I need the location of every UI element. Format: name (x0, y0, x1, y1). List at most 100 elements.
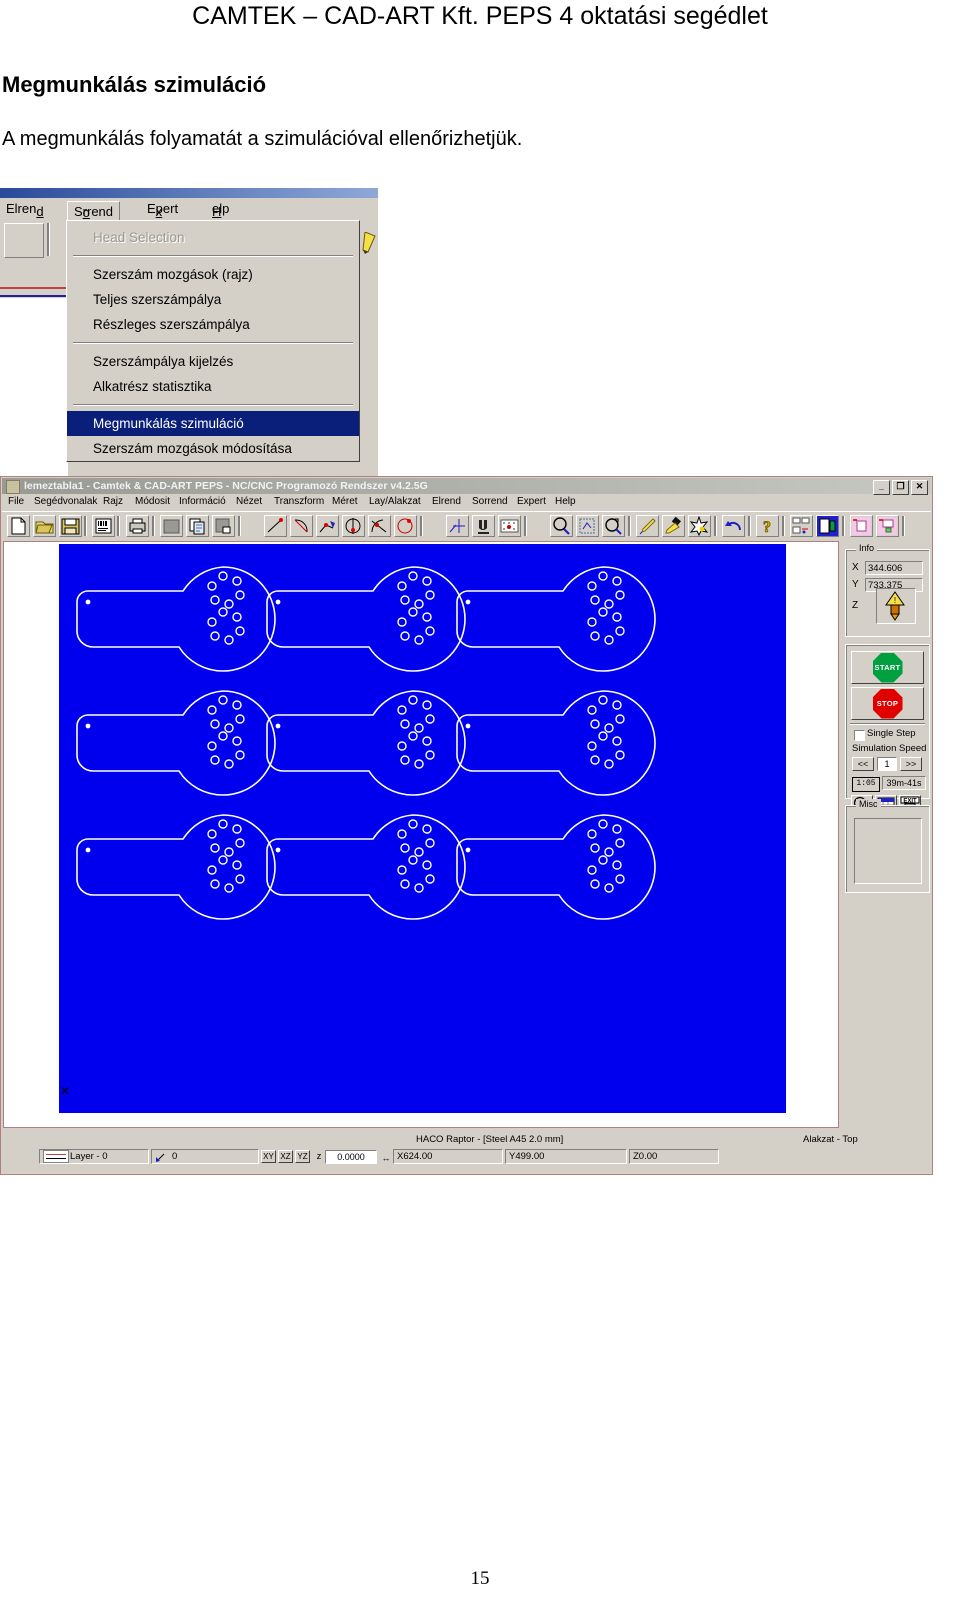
menu-option-alkatresz-statisztika[interactable]: Alkatrész statisztika (67, 374, 359, 399)
toolbar-separator (782, 516, 785, 536)
paint-brush-icon[interactable] (636, 515, 659, 537)
line-point-icon[interactable] (264, 515, 287, 537)
simulation-controls-group: START STOP Single Step Simulation Speed … (845, 644, 930, 815)
single-step-label: Single Step (867, 728, 916, 739)
app-menu-lay-alakzat[interactable]: Lay/Alakzat (369, 496, 421, 507)
plane-yz-button[interactable]: YZ (295, 1150, 310, 1163)
menu-option-szerszampalya-kijelzes[interactable]: Szerszámpálya kijelzés (67, 349, 359, 374)
angle-icon (156, 1153, 165, 1162)
app-menu-modosit[interactable]: Módosit (135, 496, 170, 507)
toolbar-separator (117, 516, 120, 536)
snap-point-icon[interactable] (446, 515, 469, 537)
stop-button[interactable]: STOP (851, 687, 924, 720)
z-value-input[interactable]: 0.0000 (325, 1150, 377, 1164)
circle-icon[interactable] (394, 515, 417, 537)
paste-icon[interactable] (212, 515, 235, 537)
minimize-button[interactable]: _ (873, 480, 890, 495)
app-title-text: lemeztabla1 - Camtek & CAD-ART PEPS - NC… (24, 480, 428, 492)
nest-parts-icon[interactable] (790, 515, 813, 537)
simulation-canvas[interactable] (59, 544, 786, 1113)
menu-option-szerszam-mozgasok-modositasa[interactable]: Szerszám mozgások módosítása (67, 436, 359, 461)
toolbar-separator (524, 516, 527, 536)
magnet-icon[interactable] (472, 515, 495, 537)
z-label: Z (852, 600, 859, 611)
app-menu-sorrend[interactable]: Sorrend (472, 496, 508, 507)
speed-value-field[interactable]: 1 (877, 757, 897, 771)
menu-option-szerszam-mozgasok-rajz[interactable]: Szerszám mozgások (rajz) (67, 262, 359, 287)
zoom-icon[interactable] (550, 515, 573, 537)
app-toolbar: ? (2, 511, 931, 540)
copy-icon[interactable] (186, 515, 209, 537)
sorrend-dropdown-menu[interactable]: Head Selection Szerszám mozgások (rajz) … (66, 220, 360, 462)
x-label: X (852, 562, 859, 573)
open-folder-icon[interactable] (33, 515, 56, 537)
menu-option-megmunkalas-szimulacio[interactable]: Megmunkálás szimuláció (67, 411, 359, 436)
app-menu-segedvonalak[interactable]: Segédvonalak (34, 496, 97, 507)
speed-increase-button[interactable]: >> (900, 757, 922, 771)
svg-text:?: ? (763, 519, 771, 536)
layer-color-swatch (43, 1150, 69, 1163)
arc-icon[interactable] (290, 515, 313, 537)
speed-decrease-button[interactable]: << (852, 757, 874, 771)
page-setup-icon[interactable] (160, 515, 183, 537)
circle-center-icon[interactable] (342, 515, 365, 537)
page-title: Megmunkálás szimuláció (2, 72, 267, 97)
info-group-label: Info (856, 543, 878, 553)
new-file-icon[interactable] (7, 515, 30, 537)
simulation-control-panel: Info X 344.606 Y 733.375 Z ! START STOP … (842, 541, 931, 1128)
origin-marker-icon: ✕ (60, 1084, 71, 1098)
x-value-field: 344.606 (865, 561, 923, 575)
app-menu-transzform[interactable]: Transzform (274, 496, 324, 507)
plane-xy-button[interactable]: XY (261, 1150, 276, 1163)
undo-icon[interactable] (722, 515, 745, 537)
app-menu-expert[interactable]: Expert (517, 496, 546, 507)
y-size-status: Y499.00 (505, 1149, 627, 1164)
highlighter-icon[interactable] (662, 515, 685, 537)
zoom-window-icon[interactable] (576, 515, 599, 537)
barcode-icon[interactable] (92, 515, 115, 537)
menu-option-reszleges-szerszampalya[interactable]: Részleges szerszámpálya (67, 312, 359, 337)
drawing-area[interactable]: ✕ (3, 541, 839, 1128)
print-icon[interactable] (126, 515, 149, 537)
menu-item-elrend[interactable]: Elren d (6, 201, 44, 219)
z-spinner-icon[interactable]: ↔ (380, 1152, 392, 1163)
hourglass-icon (6, 480, 20, 494)
simulation-icon[interactable] (816, 515, 839, 537)
menu-item-help[interactable]: Help (212, 201, 229, 219)
parts-nesting-drawing (76, 566, 656, 920)
menu-item-sorrend[interactable]: So rrend (67, 201, 121, 222)
restore-button[interactable]: ❐ (892, 480, 909, 495)
menu-screenshot: Elren d So rrend Ex pert Help Head Selectio… (0, 188, 378, 480)
menu-separator (73, 255, 353, 257)
grid-snap-icon[interactable] (498, 515, 521, 537)
x-size-status: X624.00 (393, 1149, 503, 1164)
toolbar-separator (84, 516, 87, 536)
zoom-rotate-icon[interactable] (602, 515, 625, 537)
layout-pink-icon[interactable] (850, 515, 873, 537)
app-menu-rajz[interactable]: Rajz (103, 496, 123, 507)
app-menu-file[interactable]: File (8, 496, 24, 507)
star-burst-icon[interactable] (688, 515, 711, 537)
app-menu-meret[interactable]: Méret (332, 496, 358, 507)
toolbar-separator (748, 516, 751, 536)
window-controls: _ ❐ ✕ (873, 480, 928, 495)
body-paragraph: A megmunkálás folyamatát a szimulációval… (2, 128, 523, 150)
menu-option-teljes-szerszampalya[interactable]: Teljes szerszámpálya (67, 287, 359, 312)
app-menu-nezet[interactable]: Nézet (236, 496, 262, 507)
app-menu-elrend[interactable]: Elrend (432, 496, 461, 507)
close-button[interactable]: ✕ (911, 480, 928, 495)
help-question-icon[interactable]: ? (756, 515, 779, 537)
menu-item-expert[interactable]: Ex pert (147, 201, 178, 219)
polyline-icon[interactable] (316, 515, 339, 537)
single-step-checkbox[interactable] (854, 730, 865, 741)
layout-pink2-icon[interactable] (876, 515, 899, 537)
menu-separator (73, 342, 353, 344)
app-menu-informacio[interactable]: Információ (179, 496, 226, 507)
tangent-icon[interactable] (368, 515, 391, 537)
start-button[interactable]: START (851, 651, 924, 684)
toolbar-button-partial[interactable] (4, 223, 44, 258)
start-octagon-icon: START (872, 652, 903, 683)
plane-xz-button[interactable]: XZ (278, 1150, 293, 1163)
app-menu-help[interactable]: Help (555, 496, 576, 507)
save-disk-icon[interactable] (59, 515, 82, 537)
